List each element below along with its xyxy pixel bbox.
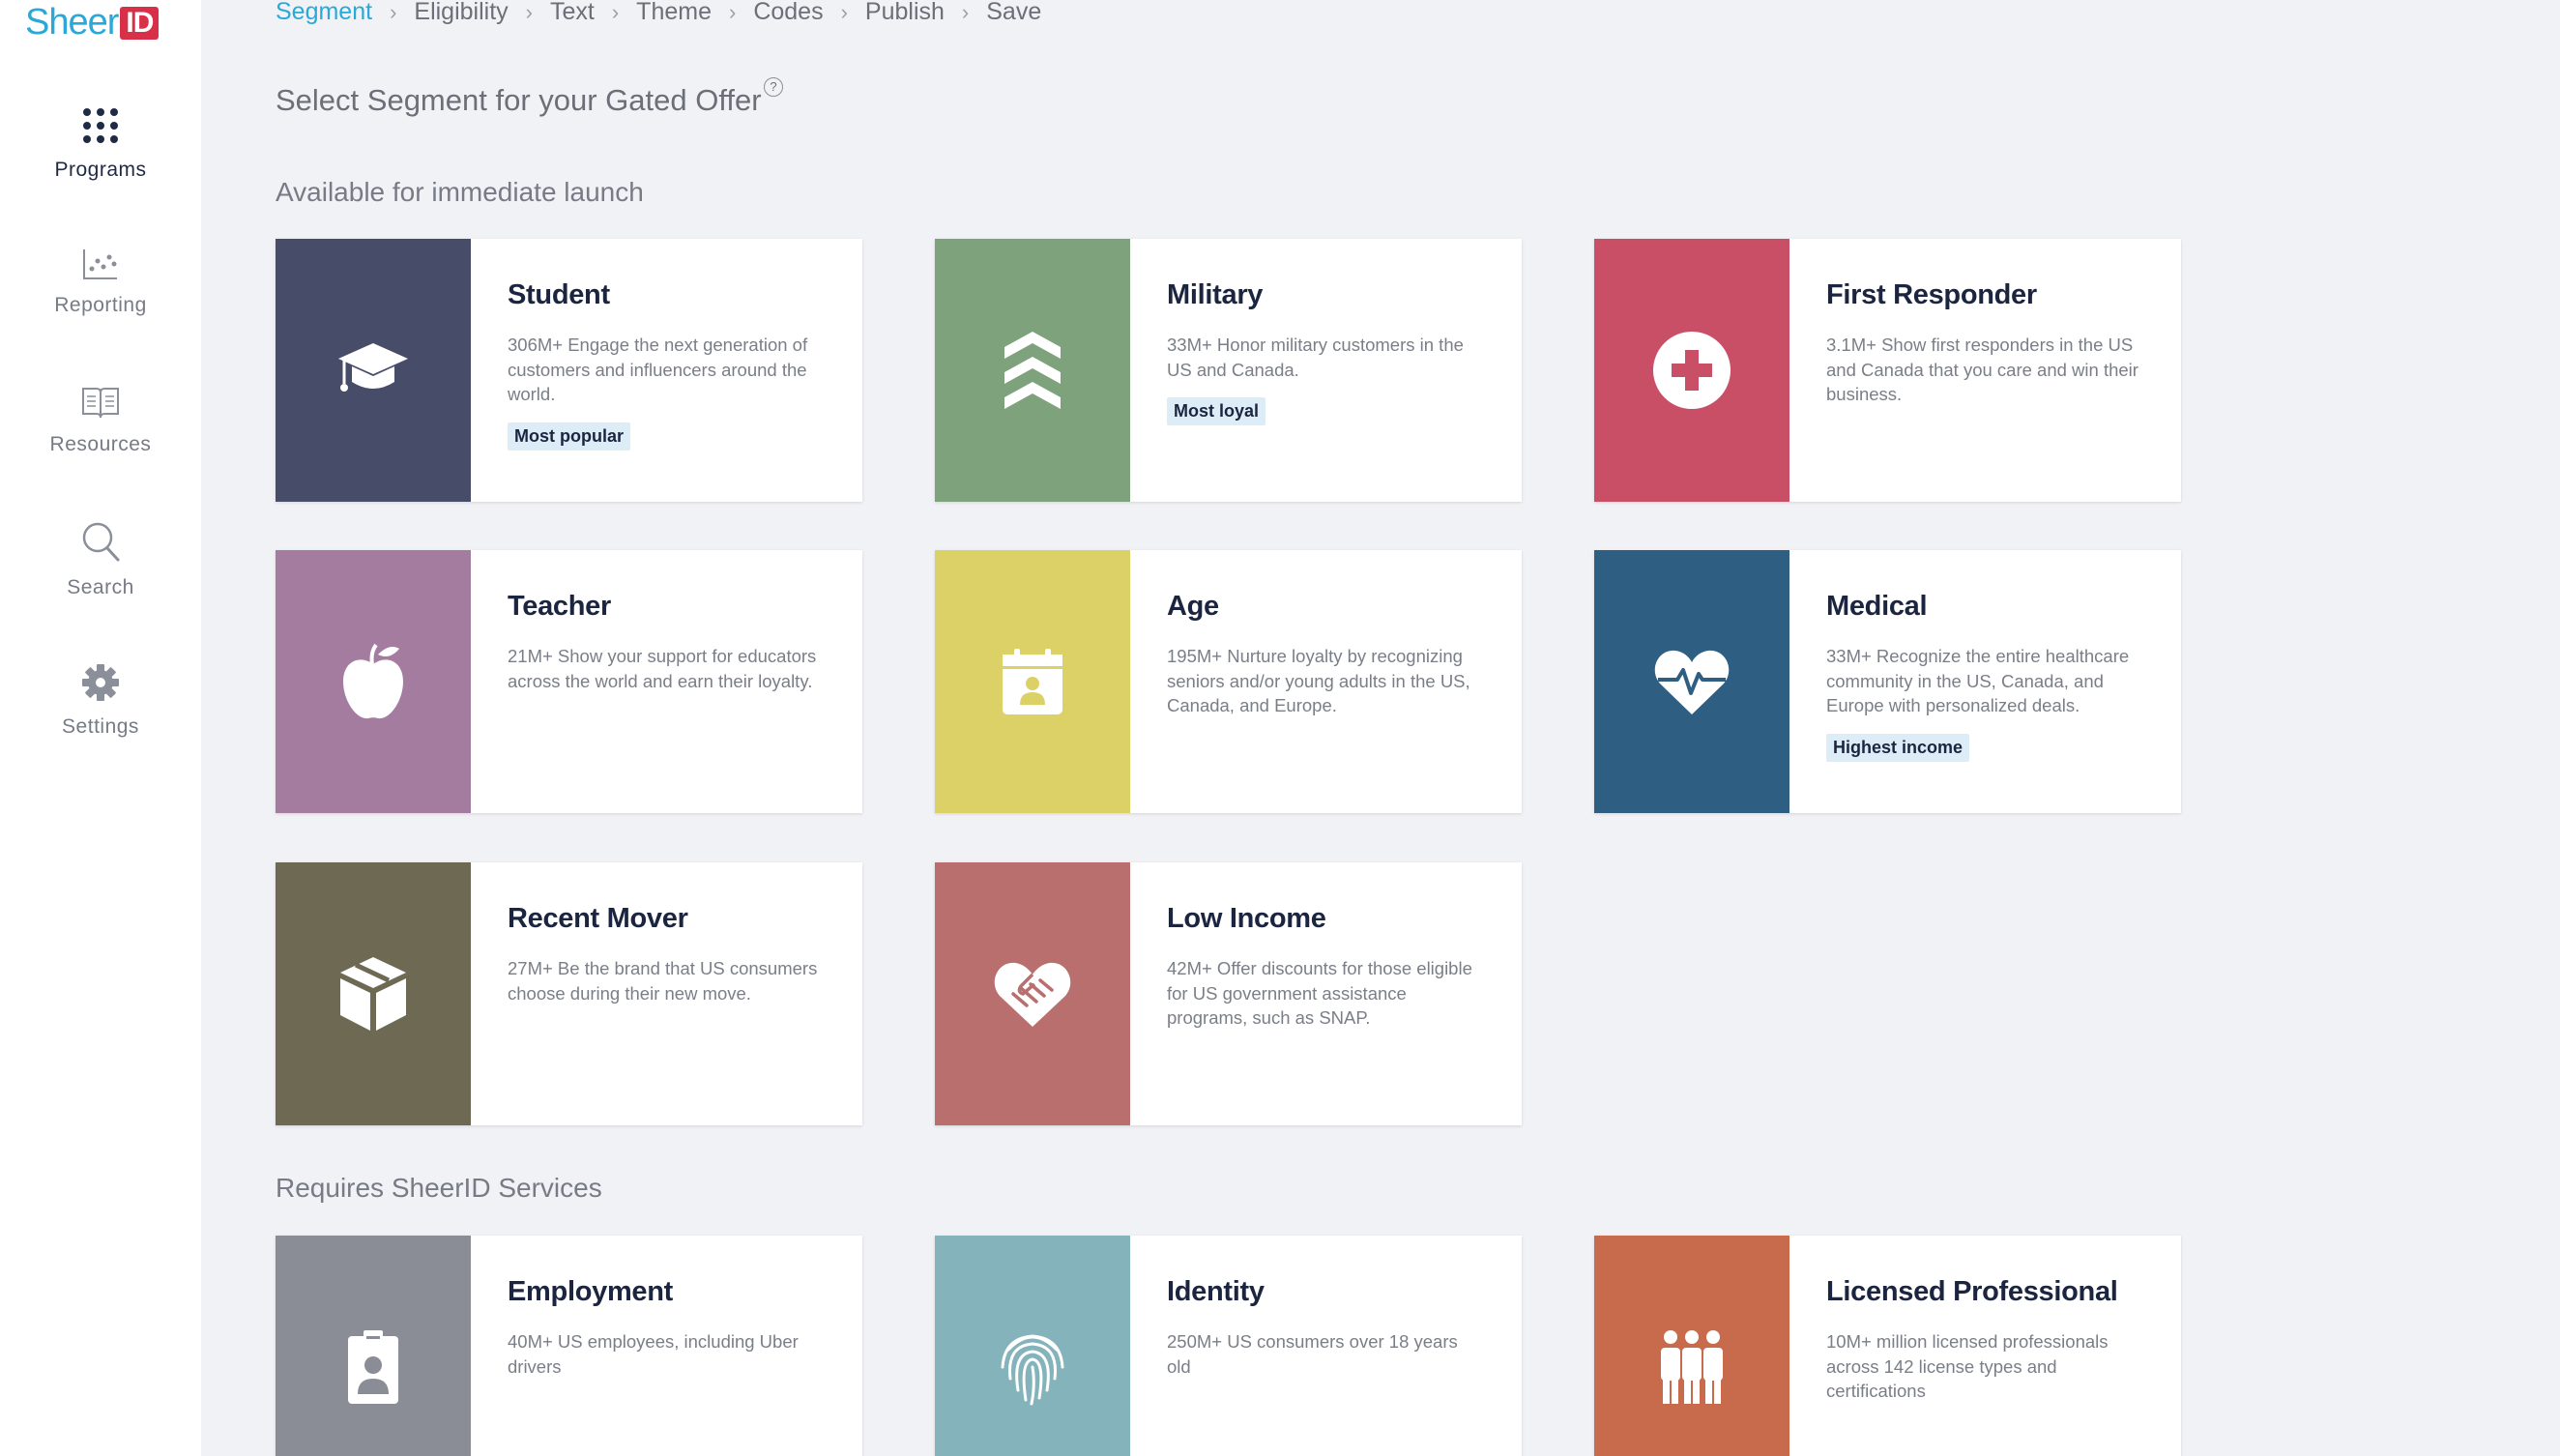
chevron-right-icon: ›: [611, 0, 620, 24]
card-title: Identity: [1167, 1276, 1265, 1307]
sidebar-item-search[interactable]: Search: [0, 520, 201, 599]
segment-card-identity[interactable]: Identity 250M+ US consumers over 18 year…: [935, 1236, 1522, 1456]
sidebar-item-resources[interactable]: Resources: [0, 385, 201, 456]
segment-card-age[interactable]: Age 195M+ Nurture loyalty by recognizing…: [935, 550, 1522, 813]
card-title: Military: [1167, 279, 1264, 310]
breadcrumb: Segment › Eligibility › Text › Theme › C…: [276, 0, 1041, 26]
sidebar-item-settings[interactable]: Settings: [0, 663, 201, 739]
card-icon-panel: [276, 862, 471, 1125]
card-description: 42M+ Offer discounts for those eligible …: [1167, 958, 1472, 1028]
card-title: Low Income: [1167, 903, 1326, 934]
card-badge: Most loyal: [1167, 397, 1266, 425]
card-description: 195M+ Nurture loyalty by recognizing sen…: [1167, 646, 1470, 715]
search-icon: [82, 522, 120, 562]
card-description: 10M+ million licensed professionals acro…: [1826, 1331, 2109, 1401]
breadcrumb-segment[interactable]: Segment: [276, 0, 372, 26]
breadcrumb-save[interactable]: Save: [986, 0, 1041, 26]
breadcrumb-text[interactable]: Text: [550, 0, 595, 26]
card-title: Employment: [508, 1276, 674, 1307]
breadcrumb-publish[interactable]: Publish: [865, 0, 945, 26]
card-icon-panel: [1594, 1236, 1789, 1456]
card-icon-panel: [935, 550, 1130, 813]
calendar-person-icon: [1003, 649, 1062, 714]
graduation-cap-icon: [338, 343, 408, 392]
segment-card-student[interactable]: Student 306M+ Engage the next generation…: [276, 239, 862, 502]
heart-handshake-icon: [994, 962, 1071, 1027]
box-icon: [340, 957, 406, 1031]
segment-card-low-income[interactable]: Low Income 42M+ Offer discounts for thos…: [935, 862, 1522, 1125]
section-heading-available: Available for immediate launch: [276, 177, 644, 207]
logo-mark: ID: [120, 6, 160, 40]
id-badge-icon: [348, 1330, 398, 1404]
logo-text: Sheer: [25, 2, 119, 43]
card-icon-panel: [935, 862, 1130, 1125]
card-description: 3.1M+ Show first responders in the US an…: [1826, 335, 2138, 404]
card-title: Licensed Professional: [1826, 1276, 2118, 1307]
medical-cross-icon: [1653, 332, 1731, 409]
chevron-right-icon: ›: [840, 0, 848, 24]
people-group-icon: [1661, 1330, 1723, 1404]
card-description: 27M+ Be the brand that US consumers choo…: [508, 958, 818, 1004]
card-description: 21M+ Show your support for educators acr…: [508, 646, 817, 691]
scatter-chart-icon: [83, 249, 117, 279]
card-icon-panel: [276, 1236, 471, 1456]
sidebar-item-label: Settings: [62, 715, 139, 738]
card-title: First Responder: [1826, 279, 2037, 310]
sidebar-item-label: Reporting: [54, 294, 147, 316]
card-description: 306M+ Engage the next generation of cust…: [508, 335, 808, 404]
breadcrumb-eligibility[interactable]: Eligibility: [414, 0, 508, 26]
heartbeat-icon: [1654, 650, 1730, 714]
sheerid-logo[interactable]: Sheer ID: [25, 2, 160, 44]
book-icon: [82, 388, 119, 419]
card-title: Age: [1167, 591, 1219, 622]
segment-card-military[interactable]: Military 33M+ Honor military customers i…: [935, 239, 1522, 502]
help-icon[interactable]: ?: [764, 77, 783, 97]
card-description: 33M+ Honor military customers in the US …: [1167, 335, 1464, 380]
chevrons-up-icon: [1004, 332, 1061, 409]
card-description: 40M+ US employees, including Uber driver…: [508, 1331, 799, 1377]
chevron-right-icon: ›: [525, 0, 533, 24]
sidebar: Sheer ID Programs Reporting Resources Se…: [0, 0, 201, 1456]
breadcrumb-codes[interactable]: Codes: [753, 0, 823, 26]
card-icon-panel: [276, 550, 471, 813]
dots-grid-icon: [83, 108, 118, 143]
card-icon-panel: [935, 239, 1130, 502]
page-title: Select Segment for your Gated Offer: [276, 83, 762, 117]
fingerprint-icon: [1001, 1334, 1064, 1406]
section-heading-services: Requires SheerID Services: [276, 1173, 602, 1203]
card-icon-panel: [1594, 550, 1789, 813]
card-title: Student: [508, 279, 610, 310]
card-icon-panel: [1594, 239, 1789, 502]
sidebar-item-reporting[interactable]: Reporting: [0, 248, 201, 317]
segment-card-first-responder[interactable]: First Responder 3.1M+ Show first respond…: [1594, 239, 2181, 502]
card-icon-panel: [276, 239, 471, 502]
chevron-right-icon: ›: [728, 0, 737, 24]
card-badge: Most popular: [508, 422, 630, 451]
apple-icon: [343, 643, 403, 719]
segment-card-teacher[interactable]: Teacher 21M+ Show your support for educa…: [276, 550, 862, 813]
chevron-right-icon: ›: [961, 0, 970, 24]
chevron-right-icon: ›: [390, 0, 397, 24]
card-icon-panel: [935, 1236, 1130, 1456]
card-title: Teacher: [508, 591, 611, 622]
segment-card-recent-mover[interactable]: Recent Mover 27M+ Be the brand that US c…: [276, 862, 862, 1125]
card-description: 33M+ Recognize the entire healthcare com…: [1826, 646, 2130, 715]
segment-card-licensed-professional[interactable]: Licensed Professional 10M+ million licen…: [1594, 1236, 2181, 1456]
segment-card-medical[interactable]: Medical 33M+ Recognize the entire health…: [1594, 550, 2181, 813]
sidebar-item-label: Resources: [49, 433, 152, 455]
sidebar-item-label: Programs: [54, 159, 147, 181]
breadcrumb-theme[interactable]: Theme: [636, 0, 712, 26]
sidebar-item-label: Search: [67, 576, 134, 598]
card-badge: Highest income: [1826, 733, 1970, 762]
card-title: Medical: [1826, 591, 1928, 622]
segment-card-employment[interactable]: Employment 40M+ US employees, including …: [276, 1236, 862, 1456]
card-description: 250M+ US consumers over 18 years old: [1167, 1331, 1458, 1377]
gear-icon: [82, 664, 119, 701]
sidebar-item-programs[interactable]: Programs: [0, 106, 201, 182]
card-title: Recent Mover: [508, 903, 688, 934]
